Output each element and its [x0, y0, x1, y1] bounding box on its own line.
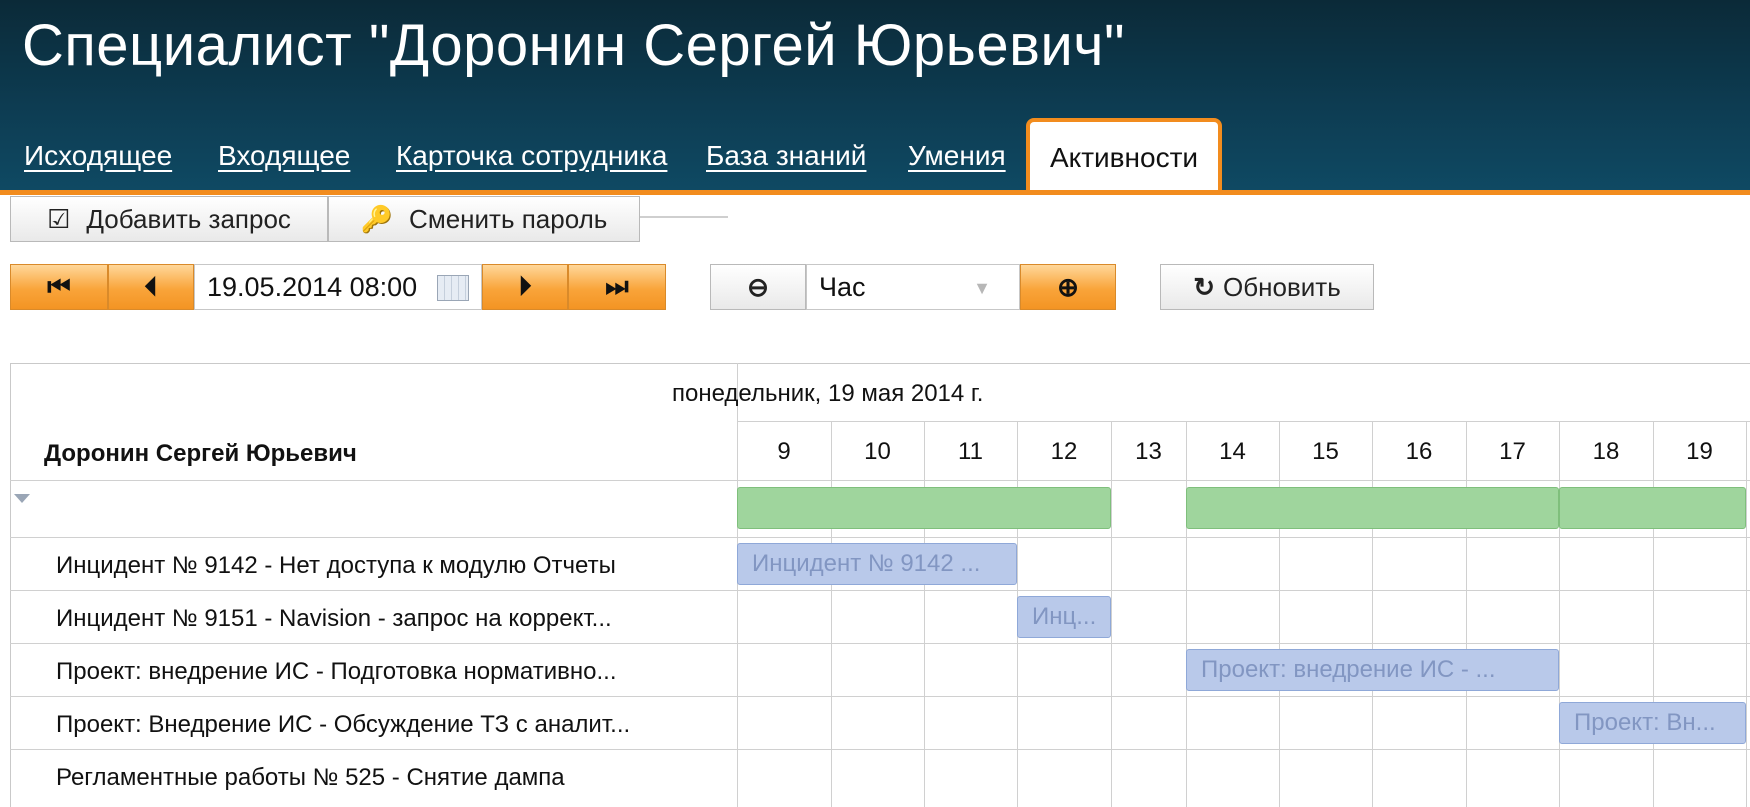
tab-employee-card[interactable]: Карточка сотрудника [396, 140, 667, 172]
add-request-button[interactable]: ☑ Добавить запрос [10, 196, 328, 242]
tab-underline [0, 190, 1750, 195]
group-label: Доронин Сергей Юрьевич [44, 440, 357, 467]
row-label: Проект: внедрение ИС - Подготовка нормат… [56, 658, 617, 685]
date-input-value: 19.05.2014 08:00 [207, 271, 418, 302]
refresh-button[interactable]: ↻ Обновить [1160, 264, 1374, 310]
group-activity-bar[interactable] [1559, 487, 1746, 529]
zoom-in-icon: ⊕ [1057, 271, 1079, 302]
row-line [10, 696, 1750, 697]
row-line [10, 643, 1750, 644]
change-password-button[interactable]: 🔑 Сменить пароль [328, 196, 640, 242]
hour-label: 15 [1312, 438, 1339, 465]
zoom-out-button[interactable]: ⊖ [710, 264, 806, 310]
skip-last-icon: ⏭ [605, 271, 629, 301]
add-request-label: Добавить запрос [86, 203, 291, 234]
hour-label: 14 [1219, 438, 1246, 465]
row-line [10, 480, 1750, 481]
tab-skills[interactable]: Умения [908, 140, 1006, 172]
task-activity-bar[interactable]: Инцидент № 9142 ... [737, 543, 1017, 585]
chevron-down-icon: ▼ [973, 278, 991, 298]
tab-incoming[interactable]: Входящее [218, 140, 350, 172]
first-page-button[interactable]: ⏮ [10, 264, 108, 310]
caret-down-icon[interactable] [14, 494, 30, 503]
tab-knowledge-base[interactable]: База знаний [706, 140, 866, 172]
checkbox-icon: ☑ [47, 203, 71, 234]
task-activity-bar[interactable]: Инц... [1017, 596, 1111, 638]
row-label: Регламентные работы № 525 - Снятие дампа [56, 764, 565, 791]
hour-label: 16 [1405, 438, 1433, 465]
tab-outgoing[interactable]: Исходящее [24, 140, 172, 172]
zoom-in-button[interactable]: ⊕ [1020, 264, 1116, 310]
hour-label: 19 [1686, 438, 1713, 465]
key-icon: 🔑 [360, 203, 394, 234]
task-activity-bar[interactable]: Проект: внедрение ИС - ... [1186, 649, 1559, 691]
group-activity-bar[interactable] [1186, 487, 1559, 529]
row-label: Инцидент № 9151 - Navision - запрос на к… [56, 605, 612, 632]
task-activity-bar[interactable]: Проект: Вн... [1559, 702, 1746, 744]
row-line [10, 590, 1750, 591]
skip-first-icon: ⏮ [47, 271, 71, 301]
row-line [737, 421, 1750, 422]
hour-label: 9 [777, 438, 791, 465]
hour-label: 11 [958, 438, 983, 465]
last-page-button[interactable]: ⏭ [568, 264, 666, 310]
page-title: Специалист "Доронин Сергей Юрьевич" [22, 13, 1126, 78]
date-input[interactable]: 19.05.2014 08:00 [194, 264, 482, 310]
tab-activities[interactable]: Активности [1026, 118, 1222, 195]
step-back-icon: ⏴ [144, 271, 158, 301]
hour-label: 13 [1135, 438, 1162, 465]
hour-label: 18 [1592, 438, 1620, 465]
scale-select-value: Час [819, 271, 866, 302]
step-forward-icon: ⏵ [518, 271, 532, 301]
row-line [10, 749, 1750, 750]
hour-label: 12 [1050, 438, 1078, 465]
hour-label: 17 [1499, 438, 1526, 465]
app-header: Специалист "Доронин Сергей Юрьевич" Исхо… [0, 0, 1750, 195]
schedule-grid [10, 363, 1750, 807]
row-line [10, 537, 1750, 538]
hour-label: 10 [864, 438, 891, 465]
zoom-out-icon: ⊖ [747, 271, 769, 302]
change-password-label: Сменить пароль [409, 203, 608, 234]
scale-select[interactable]: Час ▼ [806, 264, 1020, 310]
row-label: Инцидент № 9142 - Нет доступа к модулю О… [56, 552, 616, 579]
refresh-label: Обновить [1223, 271, 1341, 302]
date-header: понедельник, 19 мая 2014 г. [672, 380, 984, 407]
refresh-icon: ↻ [1193, 271, 1216, 302]
group-activity-bar[interactable] [737, 487, 1111, 529]
panel-divider [737, 363, 738, 807]
row-label: Проект: Внедрение ИС - Обсуждение ТЗ с а… [56, 711, 631, 738]
calendar-icon[interactable] [437, 275, 469, 301]
next-button[interactable]: ⏵ [482, 264, 568, 310]
prev-button[interactable]: ⏴ [108, 264, 194, 310]
